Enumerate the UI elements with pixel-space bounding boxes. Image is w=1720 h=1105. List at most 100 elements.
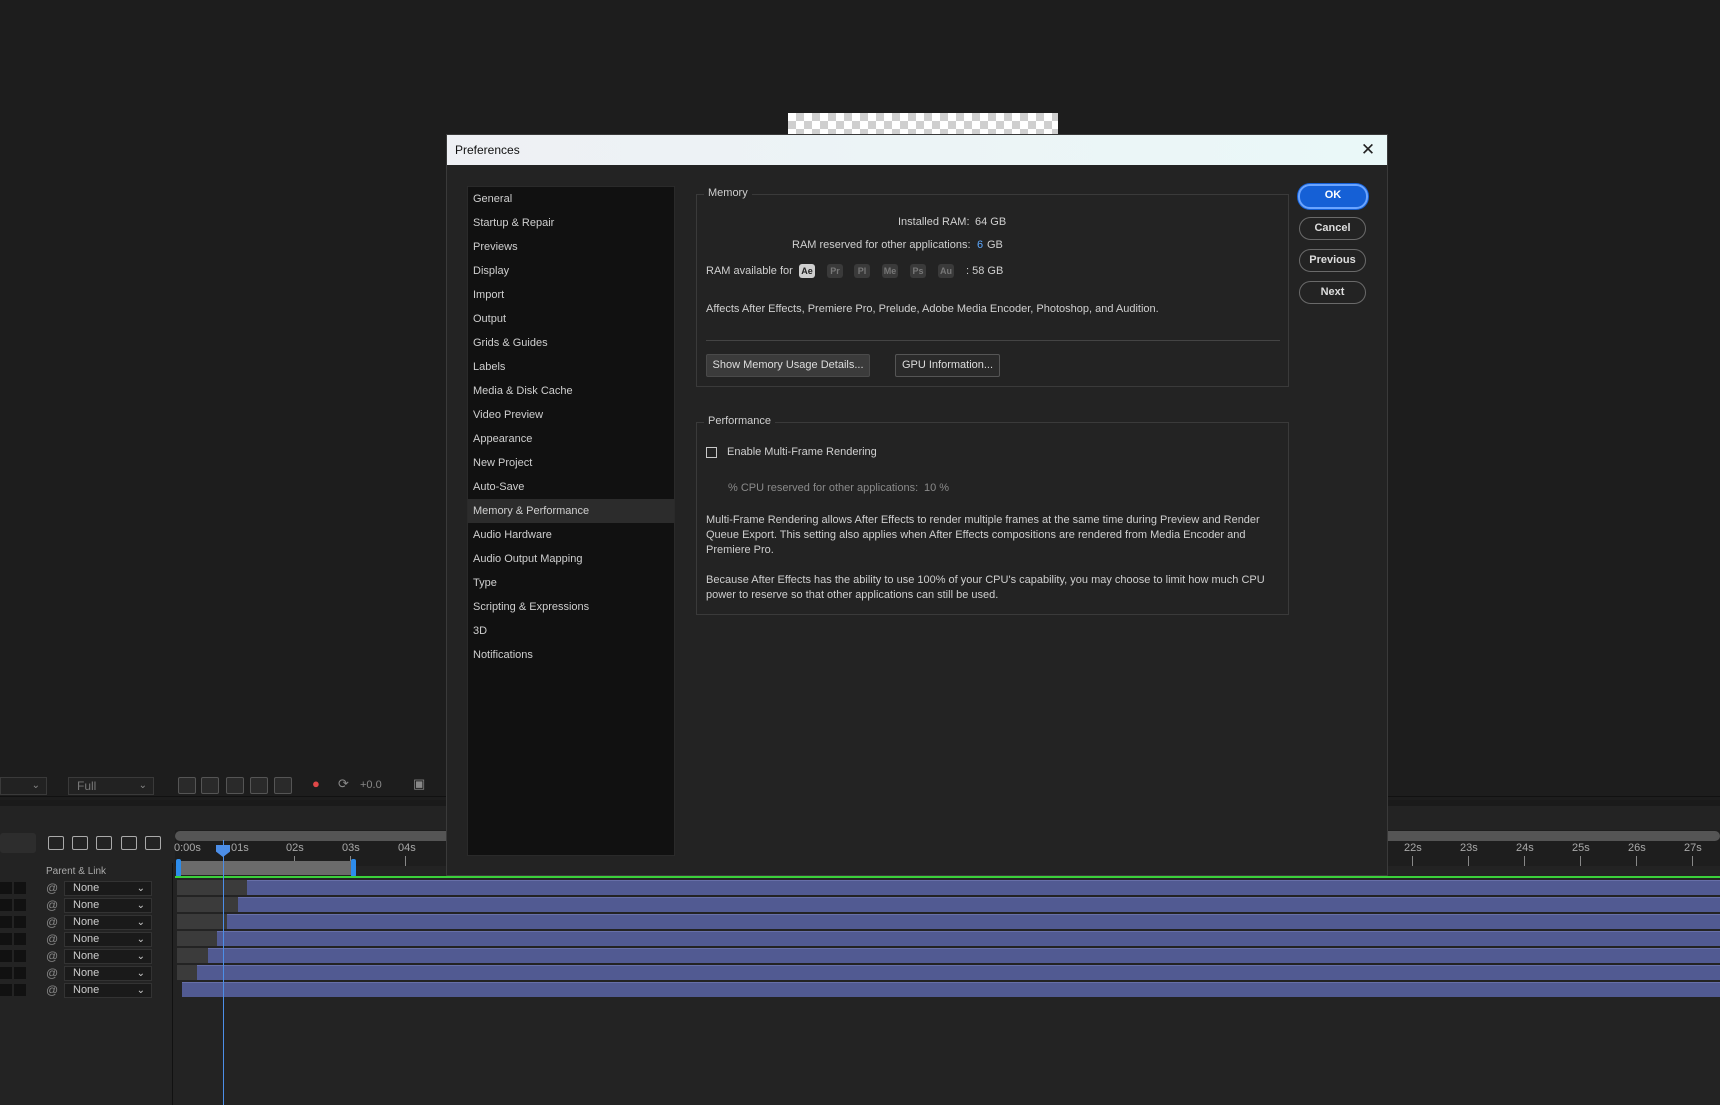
solo-switch[interactable] xyxy=(14,899,26,911)
3d-view-icon[interactable] xyxy=(274,777,292,794)
solo-switch[interactable] xyxy=(14,950,26,962)
nav-item-audio-hardware[interactable]: Audio Hardware xyxy=(468,523,674,547)
nav-item-previews[interactable]: Previews xyxy=(468,235,674,259)
parent-select[interactable]: None ⌄ xyxy=(64,932,152,947)
show-memory-usage-button[interactable]: Show Memory Usage Details... xyxy=(706,354,870,377)
snapshot-icon[interactable]: ▣ xyxy=(413,776,425,792)
layer-duration-bar[interactable] xyxy=(227,914,1720,929)
nav-item-type[interactable]: Type xyxy=(468,571,674,595)
video-switch[interactable] xyxy=(0,950,12,962)
layer-row[interactable]: @ None ⌄ xyxy=(0,948,173,965)
transparency-grid-icon[interactable] xyxy=(201,777,219,794)
layer-row[interactable]: @ None ⌄ xyxy=(0,965,173,982)
reset-exposure-icon[interactable]: ⟳ xyxy=(338,776,349,792)
close-icon[interactable]: ✕ xyxy=(1357,139,1379,161)
mask-visibility-icon[interactable] xyxy=(226,777,244,794)
composition-flowchart-icon[interactable] xyxy=(48,836,64,850)
pickwhip-icon[interactable]: @ xyxy=(46,932,58,946)
nav-item-new-project[interactable]: New Project xyxy=(468,451,674,475)
layer-duration-bar[interactable] xyxy=(217,931,1720,946)
layer-duration-bar[interactable] xyxy=(238,897,1720,912)
mfr-description-line: Premiere Pro. xyxy=(706,544,774,556)
nav-item-3d[interactable]: 3D xyxy=(468,619,674,643)
layer-duration-bar[interactable] xyxy=(208,948,1720,963)
solo-switch[interactable] xyxy=(14,933,26,945)
magnification-select[interactable]: ⌄ xyxy=(0,777,47,795)
region-of-interest-icon[interactable] xyxy=(178,777,196,794)
nav-item-notifications[interactable]: Notifications xyxy=(468,643,674,667)
reserved-ram-unit: GB xyxy=(987,239,1003,251)
cancel-button[interactable]: Cancel xyxy=(1299,217,1366,240)
nav-item-startup-repair[interactable]: Startup & Repair xyxy=(468,211,674,235)
video-switch[interactable] xyxy=(0,984,12,996)
nav-item-labels[interactable]: Labels xyxy=(468,355,674,379)
performance-group-title: Performance xyxy=(704,415,775,427)
nav-item-appearance[interactable]: Appearance xyxy=(468,427,674,451)
tick-label: 27s xyxy=(1684,842,1702,854)
parent-select[interactable]: None ⌄ xyxy=(64,881,152,896)
exposure-value[interactable]: +0.0 xyxy=(360,779,382,791)
work-area-end-handle[interactable] xyxy=(351,859,356,877)
mfr-label[interactable]: Enable Multi-Frame Rendering xyxy=(727,446,877,458)
nav-item-media-disk-cache[interactable]: Media & Disk Cache xyxy=(468,379,674,403)
layer-row[interactable]: @ None ⌄ xyxy=(0,914,173,931)
parent-select[interactable]: None ⌄ xyxy=(64,983,152,998)
layer-offset xyxy=(177,880,247,895)
nav-item-scripting-expressions[interactable]: Scripting & Expressions xyxy=(468,595,674,619)
layer-row[interactable]: @ None ⌄ xyxy=(0,982,173,999)
pickwhip-icon[interactable]: @ xyxy=(46,966,58,980)
video-switch[interactable] xyxy=(0,967,12,979)
layer-duration-bar[interactable] xyxy=(182,982,1720,997)
parent-select[interactable]: None ⌄ xyxy=(64,915,152,930)
layer-row[interactable]: @ None ⌄ xyxy=(0,931,173,948)
resolution-select[interactable]: Full ⌄ xyxy=(68,777,154,795)
layer-row[interactable]: @ None ⌄ xyxy=(0,897,173,914)
parent-select[interactable]: None ⌄ xyxy=(64,898,152,913)
nav-item-audio-output-mapping[interactable]: Audio Output Mapping xyxy=(468,547,674,571)
solo-switch[interactable] xyxy=(14,984,26,996)
reserved-ram-value[interactable]: 6 xyxy=(977,239,983,251)
previous-button[interactable]: Previous xyxy=(1299,249,1366,272)
shy-layers-icon[interactable] xyxy=(96,836,112,850)
pickwhip-icon[interactable]: @ xyxy=(46,983,58,997)
nav-item-auto-save[interactable]: Auto-Save xyxy=(468,475,674,499)
layer-search-input[interactable] xyxy=(0,833,36,853)
pickwhip-icon[interactable]: @ xyxy=(46,915,58,929)
parent-select[interactable]: None ⌄ xyxy=(64,949,152,964)
nav-item-grids-guides[interactable]: Grids & Guides xyxy=(468,331,674,355)
next-button[interactable]: Next xyxy=(1299,281,1366,304)
pickwhip-icon[interactable]: @ xyxy=(46,898,58,912)
pickwhip-icon[interactable]: @ xyxy=(46,881,58,895)
parent-select[interactable]: None ⌄ xyxy=(64,966,152,981)
work-area-bar[interactable] xyxy=(178,861,354,875)
nav-item-display[interactable]: Display xyxy=(468,259,674,283)
frame-blending-icon[interactable] xyxy=(121,836,137,850)
tick-label: 24s xyxy=(1516,842,1534,854)
nav-item-output[interactable]: Output xyxy=(468,307,674,331)
layer-duration-bar[interactable] xyxy=(247,880,1720,895)
motion-blur-icon[interactable] xyxy=(145,836,161,850)
video-switch[interactable] xyxy=(0,899,12,911)
mfr-checkbox[interactable] xyxy=(706,447,717,458)
solo-switch[interactable] xyxy=(14,882,26,894)
guides-icon[interactable] xyxy=(250,777,268,794)
video-switch[interactable] xyxy=(0,916,12,928)
draft-3d-icon[interactable] xyxy=(72,836,88,850)
playhead-line[interactable] xyxy=(223,840,224,1105)
video-switch[interactable] xyxy=(0,882,12,894)
nav-item-video-preview[interactable]: Video Preview xyxy=(468,403,674,427)
gpu-information-button[interactable]: GPU Information... xyxy=(895,354,1000,377)
ok-button[interactable]: OK xyxy=(1298,184,1368,209)
work-area-start-handle[interactable] xyxy=(176,859,181,877)
solo-switch[interactable] xyxy=(14,916,26,928)
nav-item-general[interactable]: General xyxy=(468,187,674,211)
layer-duration-bar[interactable] xyxy=(197,965,1720,980)
video-switch[interactable] xyxy=(0,933,12,945)
nav-item-import[interactable]: Import xyxy=(468,283,674,307)
preferences-nav: General Startup & Repair Previews Displa… xyxy=(467,186,675,856)
nav-item-memory-performance[interactable]: Memory & Performance xyxy=(468,499,674,523)
layer-row[interactable]: @ None ⌄ xyxy=(0,880,173,897)
pickwhip-icon[interactable]: @ xyxy=(46,949,58,963)
channel-icon[interactable]: ● xyxy=(312,776,320,791)
solo-switch[interactable] xyxy=(14,967,26,979)
